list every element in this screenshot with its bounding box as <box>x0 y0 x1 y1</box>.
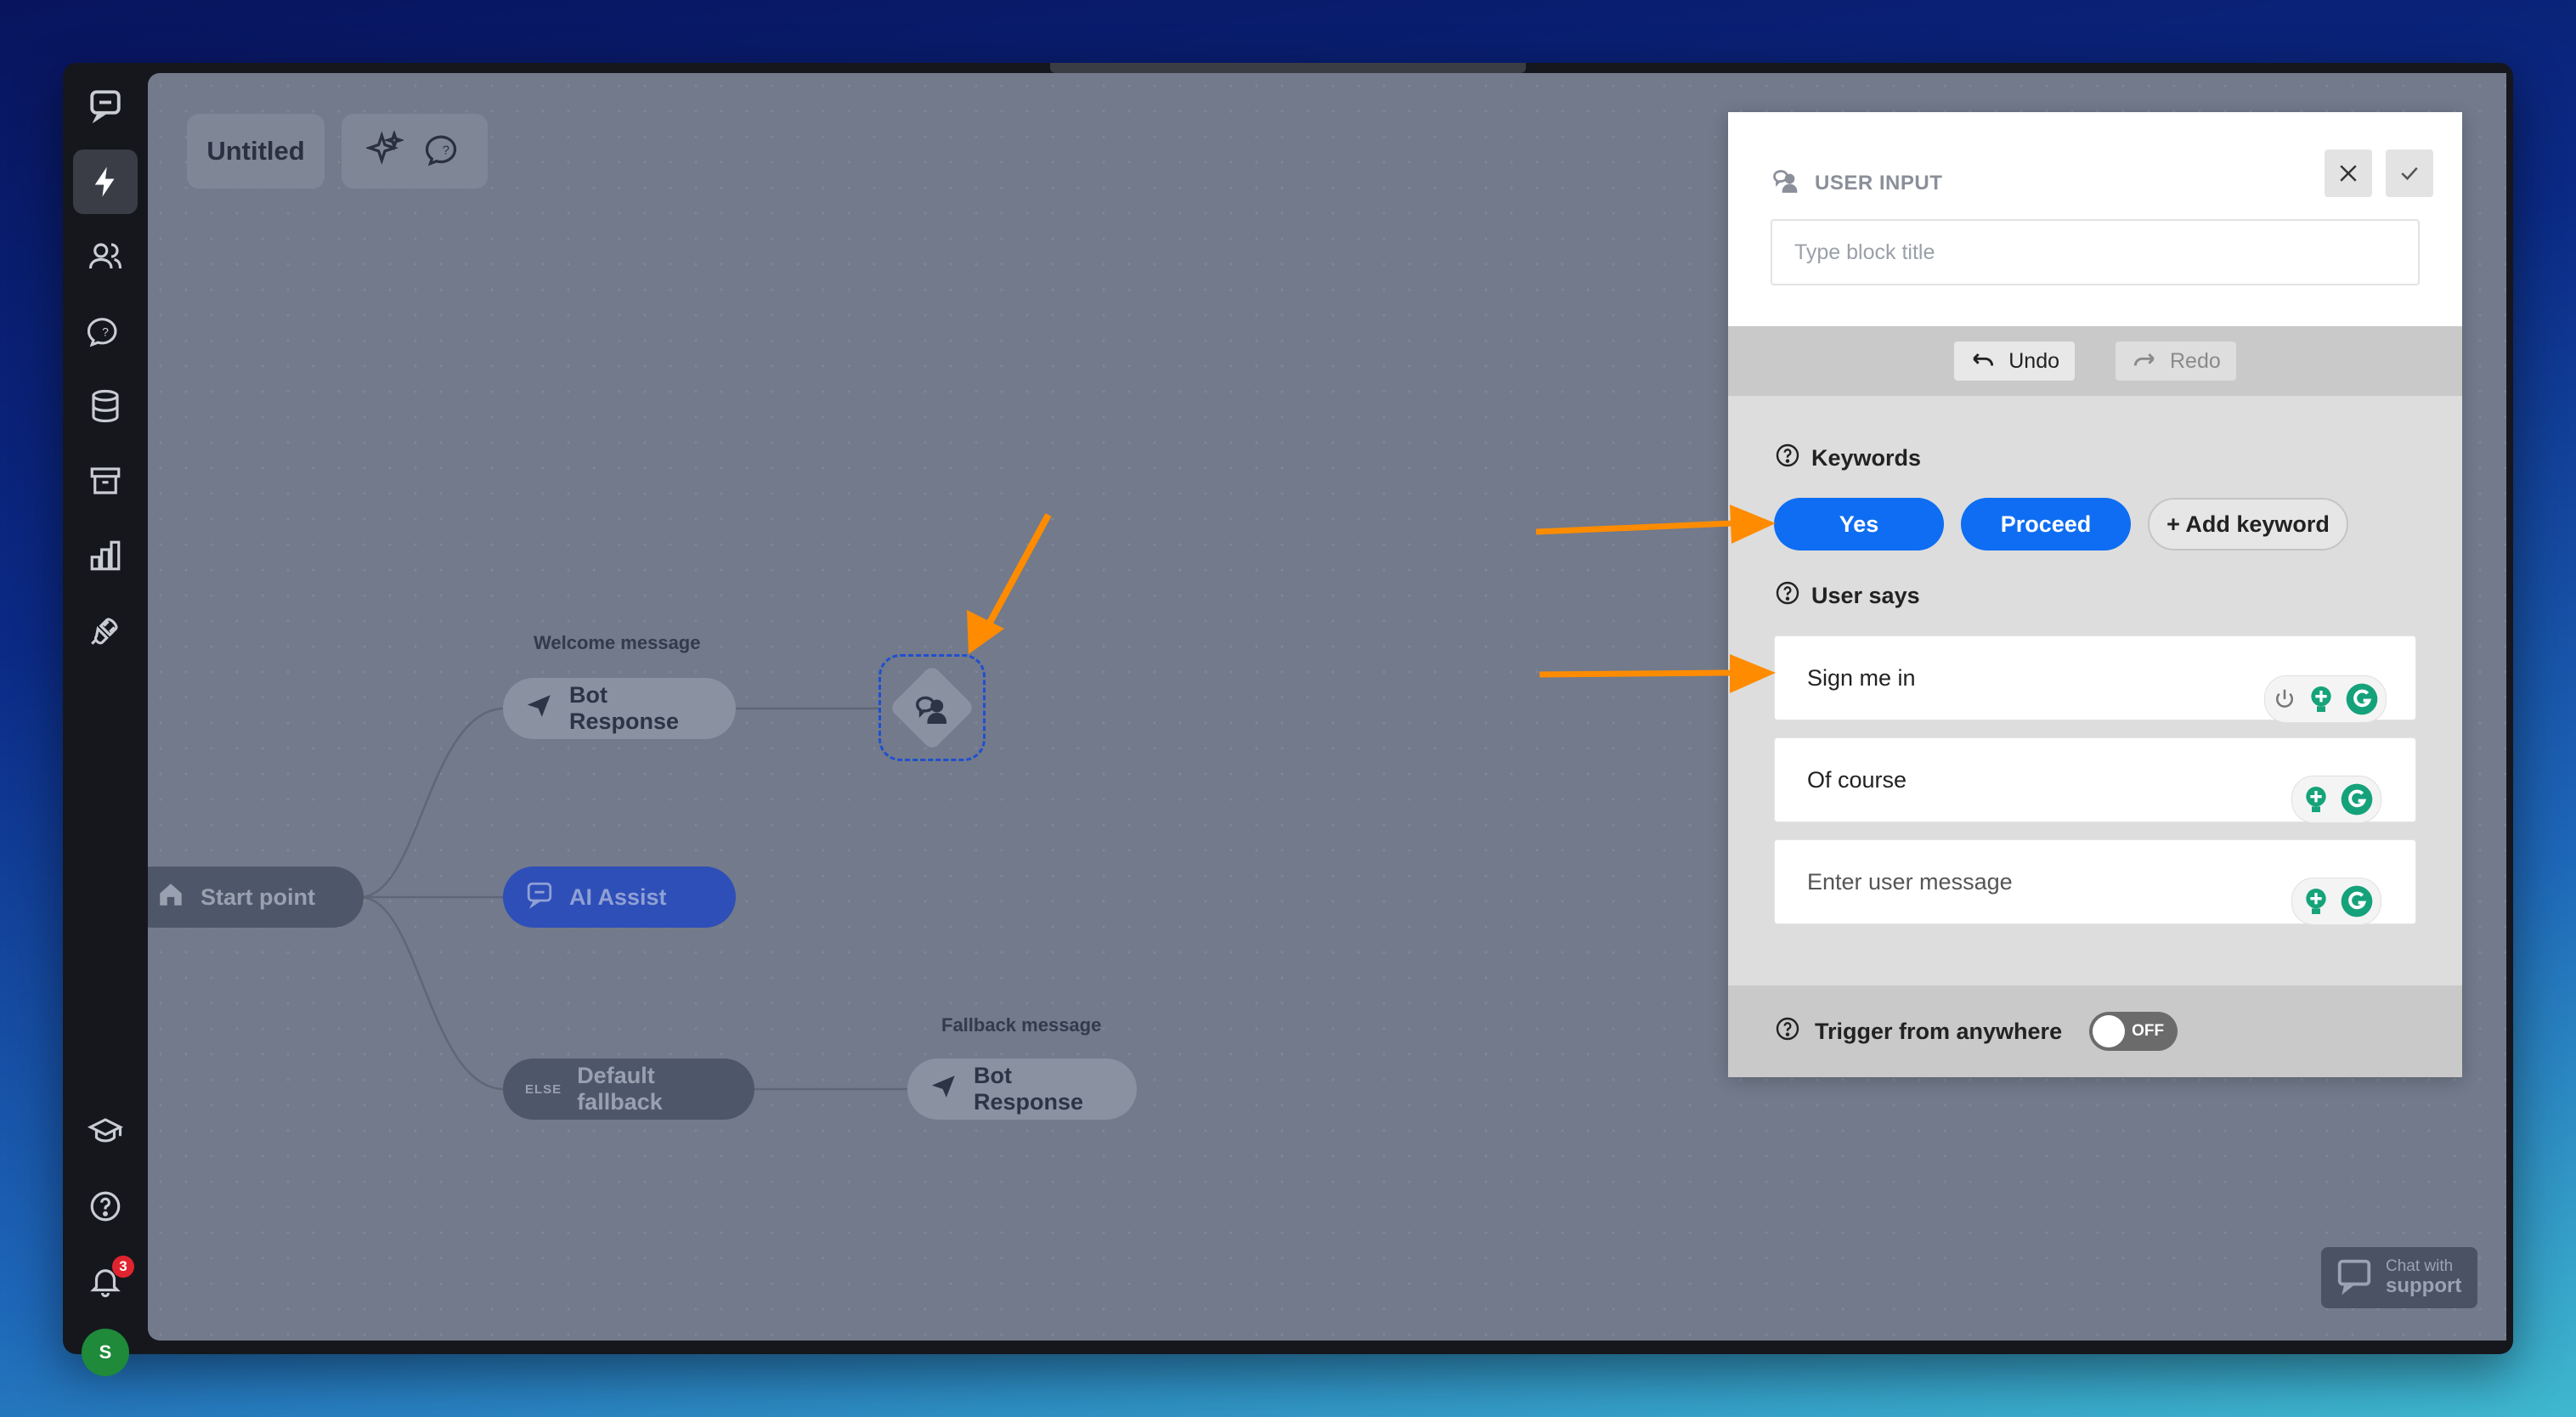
node-label: Start point <box>201 884 315 910</box>
undo-redo-bar: Undo Redo <box>1728 326 2462 396</box>
else-tag: ELSE <box>525 1081 562 1097</box>
notification-badge: 3 <box>112 1256 134 1278</box>
confirm-button[interactable] <box>2386 150 2433 197</box>
grammarly-icon[interactable] <box>2345 682 2379 716</box>
user-message-placeholder: Enter user message <box>1807 869 2013 895</box>
user-input-panel: USER INPUT Undo Redo Keywords Yes Procee… <box>1728 112 2462 1077</box>
ai-chat-icon <box>525 880 554 915</box>
panel-type-label: USER INPUT <box>1815 171 1943 195</box>
user-says-heading: User says <box>1774 579 1920 613</box>
database-icon[interactable] <box>73 374 138 438</box>
extension-widget <box>2264 675 2387 723</box>
node-label: Bot Response <box>974 1063 1084 1115</box>
welcome-message-label: Welcome message <box>534 632 701 653</box>
panel-header: USER INPUT <box>1728 112 2462 326</box>
power-icon[interactable] <box>2272 686 2297 712</box>
help-circle-icon[interactable] <box>1774 1015 1801 1048</box>
help-circle-icon[interactable] <box>1774 579 1801 613</box>
fallback-message-label: Fallback message <box>941 1014 1102 1036</box>
start-point-node[interactable]: Start point <box>148 867 364 928</box>
bot-response-node[interactable]: Bot Response <box>503 678 736 739</box>
lightning-icon[interactable] <box>73 150 138 214</box>
close-icon <box>2340 165 2357 182</box>
chat-with-support-button[interactable]: Chat with support <box>2321 1247 2477 1308</box>
node-label: Default fallback <box>577 1063 663 1115</box>
support-line1: Chat with <box>2386 1257 2454 1276</box>
ai-assist-node[interactable]: AI Assist <box>503 867 736 928</box>
send-icon <box>929 1072 958 1107</box>
undo-button[interactable]: Undo <box>1954 342 2075 381</box>
user-says-text: Of course <box>1807 767 1907 793</box>
users-icon[interactable] <box>73 224 138 289</box>
grammarly-icon[interactable] <box>2340 782 2374 816</box>
chat-logo-icon[interactable] <box>73 73 138 138</box>
redo-button[interactable]: Redo <box>2116 342 2236 381</box>
archive-icon[interactable] <box>73 449 138 513</box>
extension-widget <box>2291 878 2381 925</box>
close-button[interactable] <box>2325 150 2372 197</box>
sparkles-icon[interactable] <box>364 128 405 172</box>
left-sidebar: ? 3 S <box>63 73 148 1376</box>
extension-widget <box>2291 776 2381 823</box>
panel-type: USER INPUT <box>1771 165 1942 201</box>
toggle-state: OFF <box>2132 1022 2165 1040</box>
lightbulb-icon[interactable] <box>2299 782 2333 816</box>
user-says-field[interactable]: Of course <box>1774 737 2416 823</box>
graduation-cap-icon[interactable] <box>73 1099 138 1164</box>
keyword-chip[interactable]: Yes <box>1774 498 1944 550</box>
check-icon <box>2401 167 2418 181</box>
svg-text:?: ? <box>443 144 449 157</box>
grammarly-icon[interactable] <box>2340 884 2374 918</box>
trigger-toggle[interactable]: OFF <box>2089 1012 2178 1051</box>
user-says-label: User says <box>1811 583 1920 608</box>
node-label: AI Assist <box>569 884 667 910</box>
lightbulb-icon[interactable] <box>2299 884 2333 918</box>
help-circle-icon[interactable] <box>73 1174 138 1239</box>
redo-icon <box>2133 353 2155 366</box>
support-line2: support <box>2386 1274 2462 1298</box>
user-input-icon <box>1771 165 1801 201</box>
canvas-tools: ? <box>342 114 488 189</box>
lightbulb-icon[interactable] <box>2304 682 2338 716</box>
add-keyword-button[interactable]: + Add keyword <box>2148 498 2348 550</box>
keyword-chip[interactable]: Proceed <box>1961 498 2131 550</box>
flow-title[interactable]: Untitled <box>187 114 325 189</box>
send-icon <box>525 692 554 726</box>
undo-label: Undo <box>2008 348 2059 373</box>
redo-label: Redo <box>2170 348 2221 373</box>
user-says-text: Sign me in <box>1807 665 1916 691</box>
trigger-from-anywhere-bar: Trigger from anywhere OFF <box>1728 985 2462 1077</box>
bar-chart-icon[interactable] <box>73 523 138 588</box>
chat-question-icon[interactable]: ? <box>73 299 138 364</box>
user-says-field[interactable]: Sign me in <box>1774 635 2416 723</box>
window-notch <box>1050 63 1526 73</box>
avatar[interactable]: S <box>82 1329 129 1376</box>
undo-icon <box>1973 353 1994 366</box>
svg-text:?: ? <box>102 325 109 338</box>
user-input-node-selected[interactable] <box>878 654 986 761</box>
node-label: Bot Response <box>569 682 680 734</box>
home-icon <box>156 880 185 915</box>
default-fallback-node[interactable]: ELSE Default fallback <box>503 1059 754 1120</box>
user-input-icon <box>916 696 947 724</box>
chat-bubble-icon <box>2335 1256 2374 1300</box>
bell-icon[interactable]: 3 <box>73 1249 138 1313</box>
bot-response-fallback-node[interactable]: Bot Response <box>907 1059 1137 1120</box>
block-title-input[interactable] <box>1771 219 2420 285</box>
plug-icon[interactable] <box>73 598 138 663</box>
trigger-label: Trigger from anywhere <box>1815 1018 2063 1044</box>
chat-question-icon[interactable]: ? <box>425 131 463 172</box>
user-message-input[interactable]: Enter user message <box>1774 839 2416 925</box>
toggle-knob <box>2093 1015 2126 1047</box>
help-circle-icon[interactable] <box>1774 442 1801 475</box>
keywords-label: Keywords <box>1811 445 1922 471</box>
keywords-heading: Keywords <box>1774 442 1921 475</box>
